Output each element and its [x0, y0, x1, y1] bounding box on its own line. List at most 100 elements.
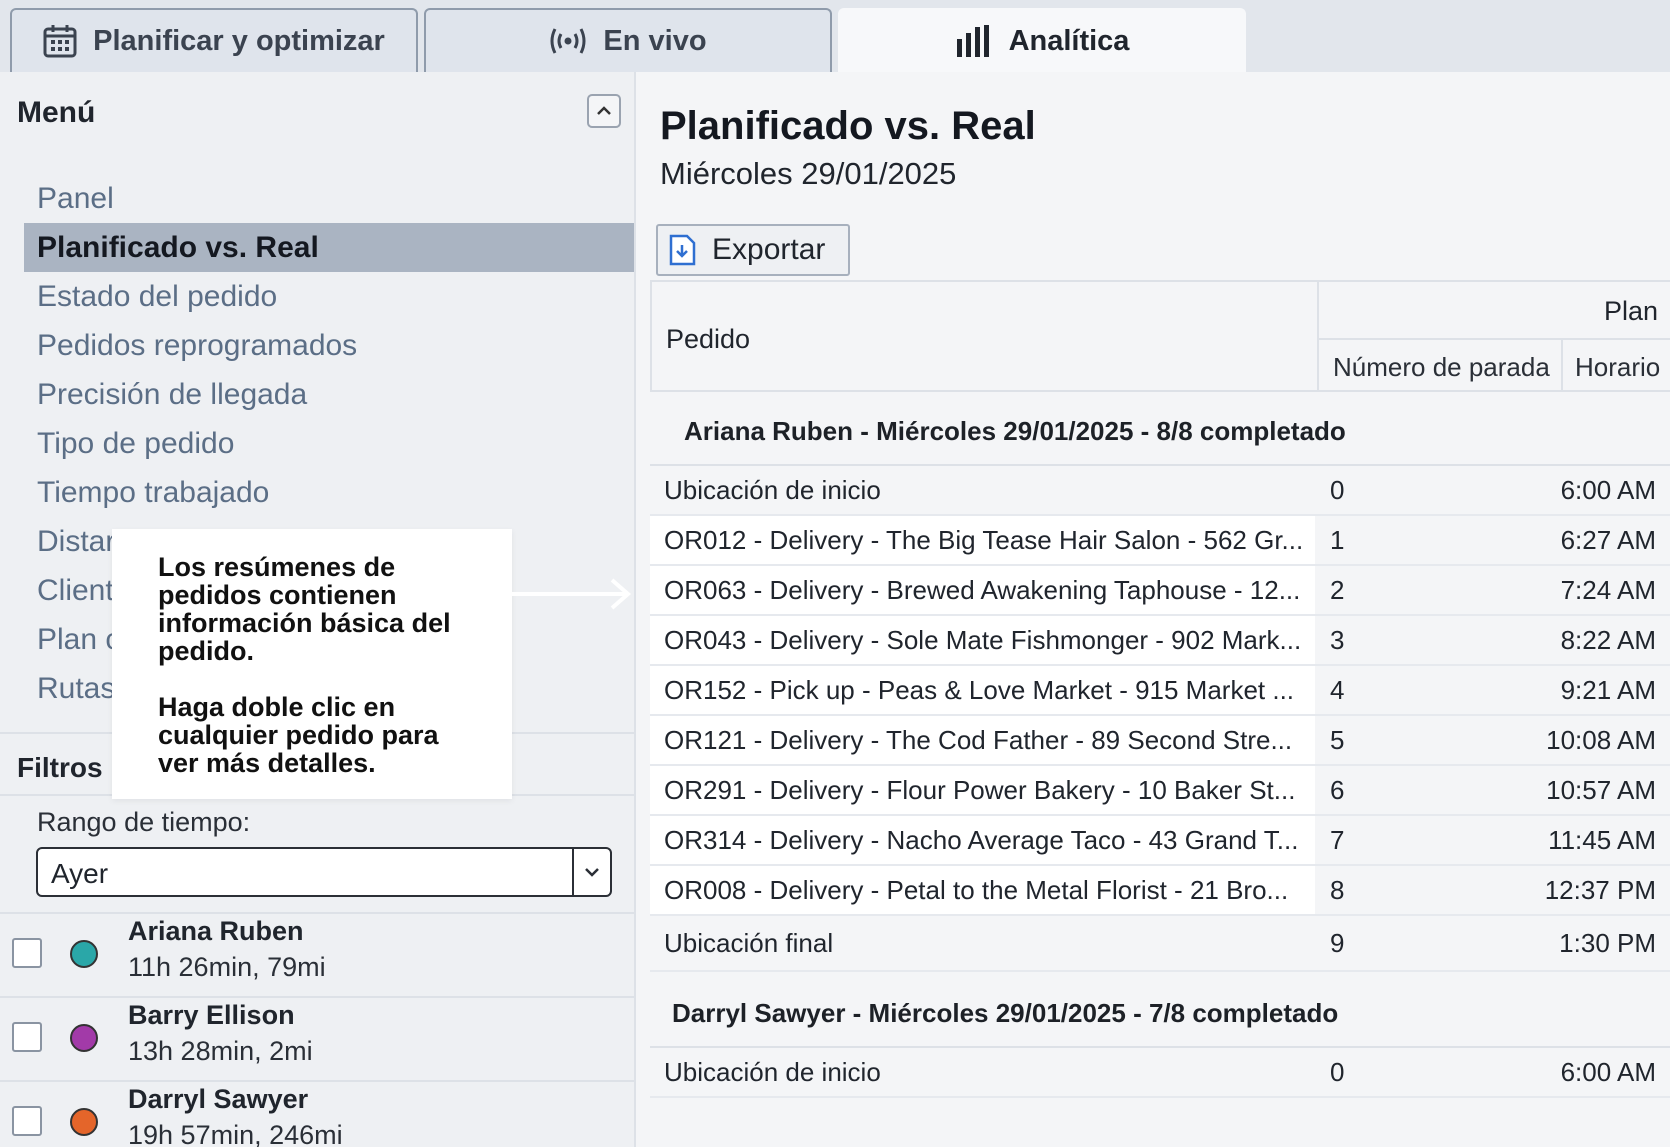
time-cell: 12:37 PM [1544, 875, 1656, 905]
main-content: Planificado vs. Real Miércoles 29/01/202… [636, 72, 1670, 1147]
stop-cell: 0 [1330, 1057, 1345, 1087]
tab-analytics[interactable]: Analítica [838, 8, 1246, 72]
table-row[interactable]: Ubicación final 9 1:30 PM [650, 916, 1670, 972]
group-header[interactable]: Ariana Ruben - Miércoles 29/01/2025 - 8/… [650, 392, 1670, 466]
menu-title: Menú [17, 96, 96, 129]
order-cell: OR008 - Delivery - Petal to the Metal Fl… [650, 866, 1315, 914]
stop-cell: 9 [1330, 928, 1345, 958]
calendar-icon [43, 24, 77, 58]
column-group-plan: Plan Número de parada Horario [1317, 282, 1670, 394]
table-row[interactable]: OR008 - Delivery - Petal to the Metal Fl… [650, 866, 1670, 916]
stop-cell: 8 [1330, 875, 1345, 905]
order-cell: OR152 - Pick up - Peas & Love Market - 9… [650, 666, 1315, 714]
order-cell: OR012 - Delivery - The Big Tease Hair Sa… [650, 516, 1315, 564]
time-cell: 10:57 AM [1546, 775, 1656, 805]
group-header-label: Darryl Sawyer - Miércoles 29/01/2025 - 7… [672, 998, 1339, 1028]
time-range-label: Rango de tiempo: [37, 807, 251, 837]
export-label: Exportar [712, 233, 826, 266]
driver-color-dot [70, 1024, 98, 1052]
broadcast-icon [549, 26, 587, 56]
table-header: Pedido Plan Número de parada Horario [650, 280, 1670, 394]
time-cell: 6:00 AM [1560, 475, 1656, 505]
driver-color-dot [70, 1108, 98, 1136]
driver-item[interactable]: Ariana Ruben 11h 26min, 79mi [0, 912, 636, 996]
time-range-select[interactable]: Ayer [36, 847, 612, 897]
driver-checkbox[interactable] [12, 1106, 42, 1136]
driver-item[interactable]: Darryl Sawyer 19h 57min, 246mi [0, 1080, 636, 1147]
divider [1561, 340, 1563, 394]
order-cell: OR121 - Delivery - The Cod Father - 89 S… [650, 716, 1315, 764]
tab-live[interactable]: En vivo [424, 8, 832, 72]
order-cell: OR043 - Delivery - Sole Mate Fishmonger … [650, 616, 1315, 664]
time-cell: 11:45 AM [1548, 825, 1656, 855]
time-cell: 9:21 AM [1560, 675, 1656, 705]
column-header-time: Horario [1575, 352, 1661, 382]
menu-item-time-worked[interactable]: Tiempo trabajado [24, 468, 634, 517]
bar-chart-icon [955, 25, 993, 57]
time-cell: 6:27 AM [1560, 525, 1656, 555]
menu-item-order-type[interactable]: Tipo de pedido [24, 419, 634, 468]
tab-label: En vivo [603, 24, 707, 57]
table-row[interactable]: OR063 - Delivery - Brewed Awakening Taph… [650, 566, 1670, 616]
driver-meta: 11h 26min, 79mi [128, 952, 326, 982]
driver-name: Darryl Sawyer [128, 1084, 309, 1114]
table-row[interactable]: OR291 - Delivery - Flour Power Bakery - … [650, 766, 1670, 816]
stop-cell: 1 [1330, 525, 1345, 555]
time-range-value: Ayer [51, 858, 109, 889]
driver-meta: 13h 28min, 2mi [128, 1036, 313, 1066]
stop-cell: 4 [1330, 675, 1345, 705]
table-row[interactable]: OR121 - Delivery - The Cod Father - 89 S… [650, 716, 1670, 766]
order-cell: OR291 - Delivery - Flour Power Bakery - … [650, 766, 1315, 814]
stop-cell: 0 [1330, 475, 1345, 505]
plan-subheader: Número de parada Horario [1319, 338, 1670, 394]
export-button[interactable]: Exportar [656, 224, 850, 276]
arrow-right-icon [512, 578, 632, 610]
info-callout: Los resúmenes de pedidos contienen infor… [112, 529, 512, 799]
time-cell: 6:00 AM [1560, 1057, 1656, 1087]
driver-checkbox[interactable] [12, 938, 42, 968]
time-cell: 7:24 AM [1560, 575, 1656, 605]
group-header[interactable]: Darryl Sawyer - Miércoles 29/01/2025 - 7… [650, 972, 1670, 1048]
column-header-order: Pedido [666, 324, 751, 354]
menu-item-rescheduled-orders[interactable]: Pedidos reprogramados [24, 321, 634, 370]
table-row[interactable]: Ubicación de inicio 0 6:00 AM [650, 1048, 1670, 1098]
callout-text-double-click: Haga doble clic en cualquier pedido para… [158, 692, 439, 778]
stop-cell: 6 [1330, 775, 1345, 805]
table-row[interactable]: OR152 - Pick up - Peas & Love Market - 9… [650, 666, 1670, 716]
stop-cell: 7 [1330, 825, 1345, 855]
chevron-down-icon[interactable] [572, 849, 610, 895]
driver-item[interactable]: Barry Ellison 13h 28min, 2mi [0, 996, 636, 1080]
driver-checkbox[interactable] [12, 1022, 42, 1052]
callout-text-summary: Los resúmenes de pedidos contienen infor… [158, 552, 451, 666]
table-row[interactable]: Ubicación de inicio 0 6:00 AM [650, 466, 1670, 516]
order-cell: OR314 - Delivery - Nacho Average Taco - … [650, 816, 1315, 864]
driver-color-dot [70, 940, 98, 968]
group-header-label: Ariana Ruben - Miércoles 29/01/2025 - 8/… [684, 416, 1346, 446]
tab-label: Analítica [1008, 24, 1130, 57]
page-title: Planificado vs. Real [660, 104, 1036, 148]
table-row[interactable]: OR043 - Delivery - Sole Mate Fishmonger … [650, 616, 1670, 666]
tab-plan-optimize[interactable]: Planificar y optimizar [10, 8, 418, 72]
export-icon [669, 234, 696, 266]
tab-label: Planificar y optimizar [93, 24, 385, 57]
tab-bar: Planificar y optimizar En vivo Analítica [0, 0, 1670, 72]
time-cell: 10:08 AM [1546, 725, 1656, 755]
table-row[interactable]: OR012 - Delivery - The Big Tease Hair Sa… [650, 516, 1670, 566]
planned-vs-actual-table: Pedido Plan Número de parada Horario Ari… [650, 280, 1670, 1098]
menu-item-arrival-accuracy[interactable]: Precisión de llegada [24, 370, 634, 419]
driver-name: Ariana Ruben [128, 916, 304, 946]
order-cell: Ubicación final [664, 928, 834, 958]
menu-item-planned-vs-actual[interactable]: Planificado vs. Real [24, 223, 634, 272]
order-cell: Ubicación de inicio [664, 1057, 881, 1087]
order-cell: Ubicación de inicio [664, 475, 881, 505]
column-header-plan: Plan [1603, 296, 1658, 326]
time-cell: 8:22 AM [1560, 625, 1656, 655]
time-cell: 1:30 PM [1559, 928, 1656, 958]
table-row[interactable]: OR314 - Delivery - Nacho Average Taco - … [650, 816, 1670, 866]
order-cell: OR063 - Delivery - Brewed Awakening Taph… [650, 566, 1315, 614]
menu-item-order-status[interactable]: Estado del pedido [24, 272, 634, 321]
menu-item-panel[interactable]: Panel [24, 174, 634, 223]
collapse-menu-button[interactable] [587, 94, 621, 128]
page-date: Miércoles 29/01/2025 [660, 156, 957, 191]
stop-cell: 2 [1330, 575, 1345, 605]
